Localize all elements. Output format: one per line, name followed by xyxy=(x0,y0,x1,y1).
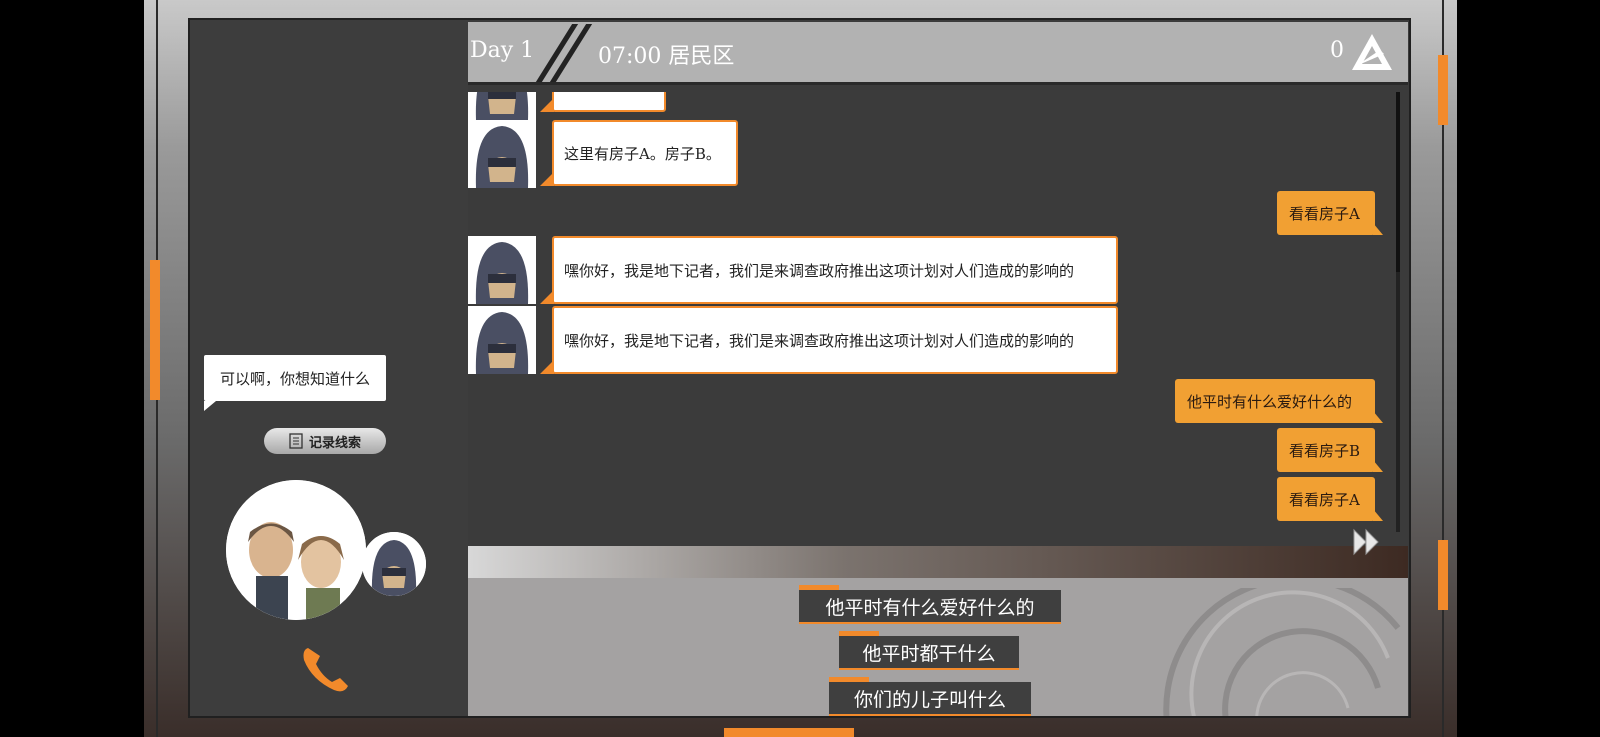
triangle-logo-icon xyxy=(1352,34,1392,70)
chat-scrollbar[interactable] xyxy=(1396,92,1400,532)
hooded-avatar-icon xyxy=(468,306,536,374)
npc-message: 这里有房子A。房子B。 xyxy=(540,120,738,186)
npc-avatar xyxy=(468,306,536,374)
player-message: 看看房子A xyxy=(1277,191,1383,235)
hooded-avatar-icon xyxy=(468,92,536,120)
speaker-bubble: 可以啊，你想知道什么 xyxy=(204,355,386,411)
chat-scroll-thumb[interactable] xyxy=(1396,92,1400,272)
chat-divider-bar xyxy=(468,546,1408,578)
frame-accent-bottom xyxy=(724,728,854,737)
day-label: Day 1 xyxy=(470,38,535,63)
chat-log[interactable]: 这里有房子A。房子B。 看看房子A 嘿你好，我是地下记者，我们是来调查政府推出这… xyxy=(468,92,1403,548)
dialogue-option[interactable]: 他平时都干什么 xyxy=(839,631,1019,670)
frame-accent-right-top xyxy=(1438,55,1448,125)
game-screen: 可以啊，你想知道什么 记录线索 Day 1 07:00 居民区 0 这里有房子A… xyxy=(188,18,1411,718)
frame-accent-right-bottom xyxy=(1438,540,1448,610)
npc-message xyxy=(540,92,666,112)
frame-accent-left xyxy=(150,260,160,400)
player-message: 看看房子B xyxy=(1277,428,1383,472)
record-clues-label: 记录线索 xyxy=(308,435,361,451)
notebook-icon xyxy=(289,433,303,449)
hooded-figure-image xyxy=(362,532,426,596)
hooded-avatar-icon xyxy=(468,120,536,188)
player-message: 他平时有什么爱好什么的 xyxy=(1175,379,1383,423)
dialogue-option[interactable]: 他平时有什么爱好什么的 xyxy=(799,585,1061,624)
phone-icon[interactable] xyxy=(298,640,354,696)
npc-message: 嘿你好，我是地下记者，我们是来调查政府推出这项计划对人们造成的影响的 xyxy=(540,236,1118,304)
score-counter: 0 xyxy=(1330,38,1344,63)
time-location-label: 07:00 居民区 xyxy=(598,44,735,69)
npc-message: 嘿你好，我是地下记者，我们是来调查政府推出这项计划对人们造成的影响的 xyxy=(540,306,1118,374)
dialogue-option[interactable]: 你们的儿子叫什么 xyxy=(829,677,1031,716)
fast-forward-icon[interactable] xyxy=(1352,528,1382,556)
npc-avatar xyxy=(468,120,536,188)
hooded-avatar-icon xyxy=(468,236,536,304)
player-message: 看看房子A xyxy=(1277,477,1383,521)
npc-avatar xyxy=(468,236,536,304)
dialogue-options-panel: 他平时有什么爱好什么的 他平时都干什么 你们的儿子叫什么 xyxy=(468,578,1408,716)
decorative-rings xyxy=(1163,588,1401,716)
hooded-reporter-portrait xyxy=(362,532,426,596)
record-clues-button[interactable]: 记录线索 xyxy=(264,428,386,454)
family-portrait-image xyxy=(226,480,366,620)
status-header: Day 1 07:00 居民区 0 xyxy=(468,22,1408,85)
npc-avatar xyxy=(468,92,536,120)
family-portrait xyxy=(226,480,366,620)
